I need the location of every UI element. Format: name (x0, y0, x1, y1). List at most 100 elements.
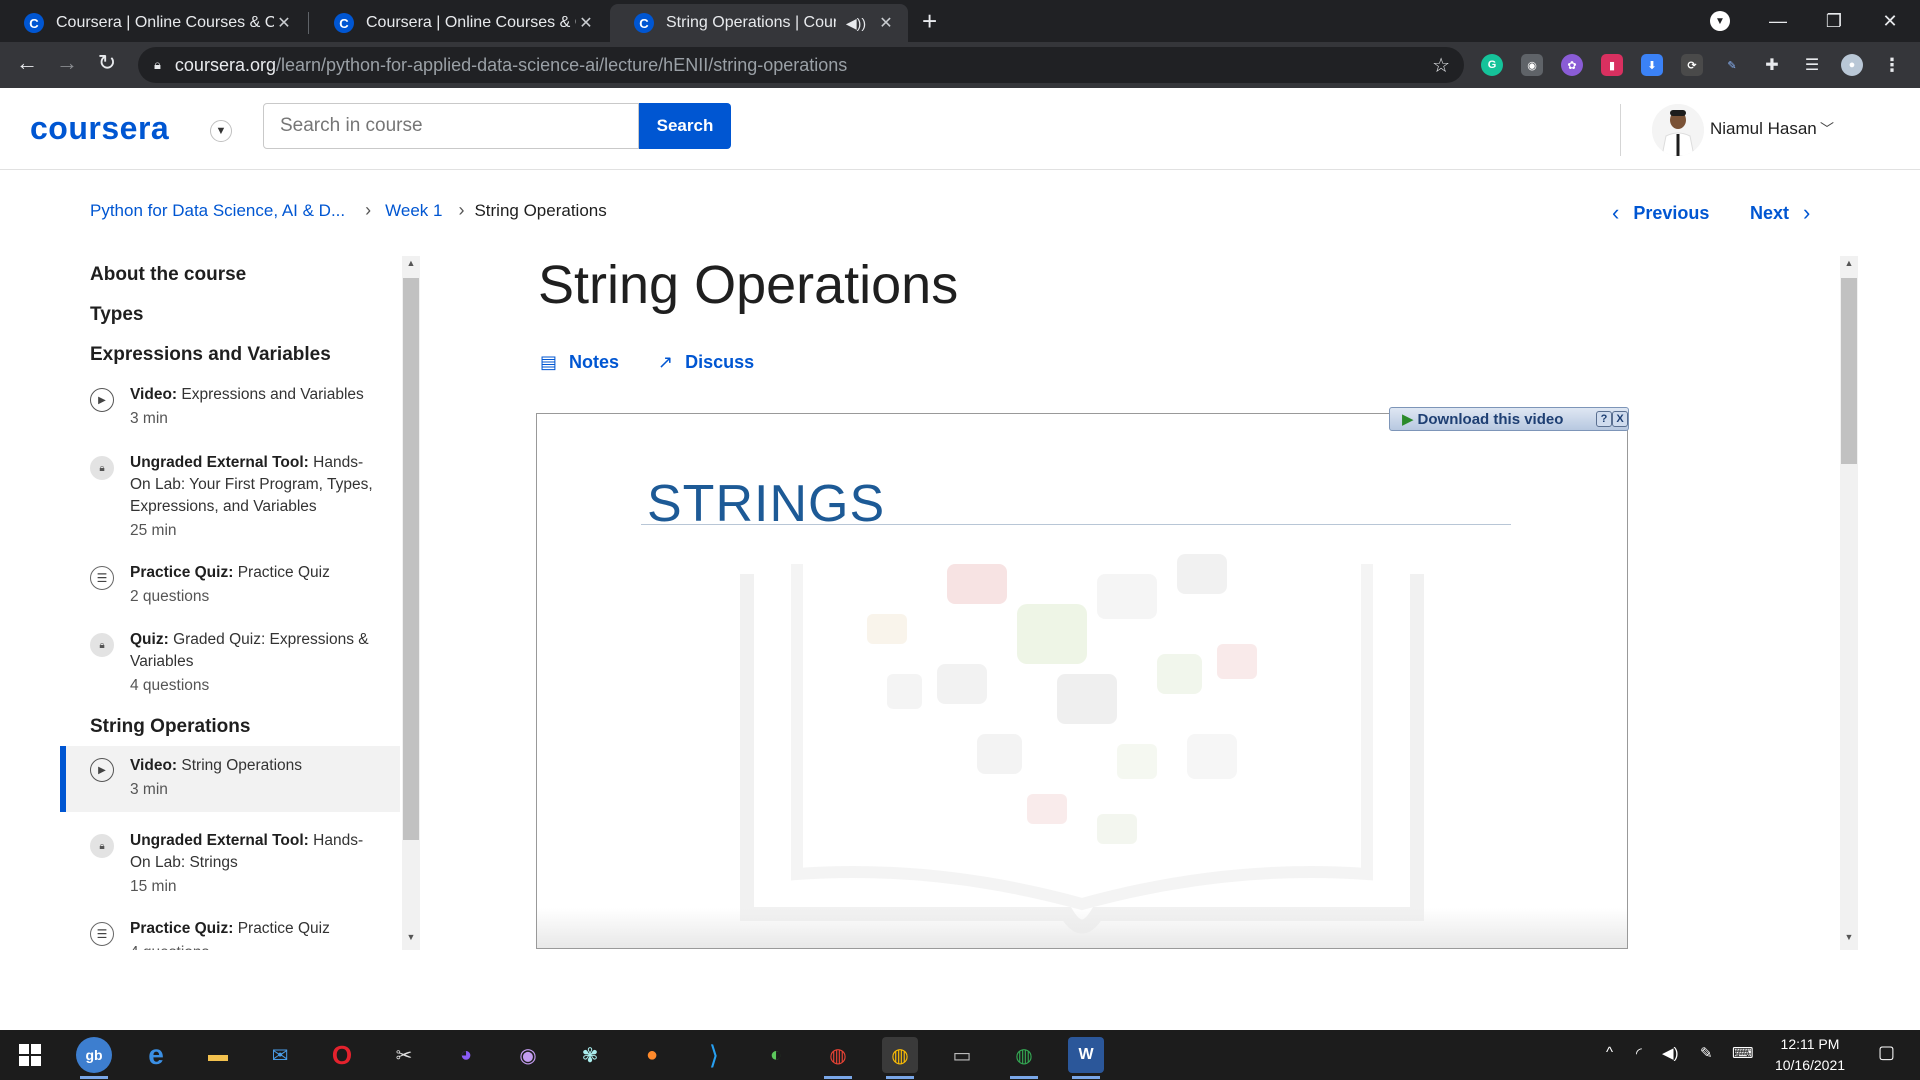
close-tab-icon[interactable]: ✕ (876, 13, 896, 33)
sidebar-about-course[interactable]: About the course (90, 264, 246, 286)
breadcrumb: Python for Data Science, AI & D... › Wee… (90, 200, 607, 221)
sidebar-section-string-operations[interactable]: String Operations (90, 716, 250, 738)
reading-list-icon[interactable]: ☰ (1801, 54, 1823, 76)
browser-menu-icon[interactable]: ⋮ (1881, 54, 1903, 76)
sidebar-item-practice-quiz-1[interactable]: ☰ Practice Quiz: Practice Quiz 2 question… (60, 562, 400, 612)
back-button[interactable]: ← (12, 50, 42, 76)
close-tab-icon[interactable]: ✕ (576, 13, 596, 33)
grammarly-extension-icon[interactable]: G (1481, 54, 1503, 76)
new-tab-button[interactable]: + (922, 6, 937, 37)
pinwheel-app-icon[interactable]: ✾ (572, 1037, 608, 1073)
download-video-button[interactable]: ▶ Download this video ? X (1389, 407, 1629, 431)
close-window-button[interactable]: ✕ (1862, 0, 1918, 42)
globe-app-icon[interactable]: ◐ (758, 1037, 794, 1073)
user-avatar[interactable] (1652, 104, 1704, 156)
colorful-extension-icon[interactable]: ✿ (1561, 54, 1583, 76)
coursera-logo[interactable]: coursera (30, 110, 169, 147)
scroll-down-arrow-icon[interactable]: ▼ (402, 932, 420, 942)
browser-tab-3-active[interactable]: C String Operations | Coursera ◀)) ✕ (610, 4, 908, 42)
coursera-favicon-icon: C (634, 13, 654, 33)
opera-browser-icon[interactable]: O (324, 1037, 360, 1073)
sidebar-section-expressions[interactable]: Expressions and Variables (90, 344, 331, 366)
sidebar-item-lab-strings[interactable]: 🔒︎ Ungraded External Tool: Hands-On Lab:… (60, 830, 400, 900)
download-extension-icon[interactable]: ⬇ (1641, 54, 1663, 76)
firefox-icon[interactable]: ● (634, 1037, 670, 1073)
browser-tab-1[interactable]: C Coursera | Online Courses & Credential… (0, 4, 306, 42)
tab-search-icon[interactable]: ▼ (1710, 11, 1730, 31)
sidebar-item-practice-quiz-2[interactable]: ☰ Practice Quiz: Practice Quiz 4 question… (60, 918, 400, 950)
profile-avatar-icon[interactable]: ● (1841, 54, 1863, 76)
breadcrumb-course-link[interactable]: Python for Data Science, AI & D... (90, 201, 345, 221)
github-icon[interactable]: ◉ (510, 1037, 546, 1073)
show-hidden-icons-icon[interactable]: ^ (1606, 1044, 1613, 1061)
sidebar-item-video-string-operations[interactable]: ▶ Video: String Operations 3 min (60, 746, 400, 812)
notes-button[interactable]: ▤ Notes (540, 352, 619, 373)
sidebar-item-video-expressions[interactable]: ▶ Video: Expressions and Variables 3 min (60, 384, 400, 434)
search-button[interactable]: Search (639, 103, 731, 149)
sidebar-scrollbar-thumb[interactable] (403, 278, 419, 840)
video-player[interactable]: STRINGS (536, 413, 1628, 949)
lock-icon[interactable]: 🔒︎ (154, 57, 161, 73)
word-icon[interactable]: W (1068, 1037, 1104, 1079)
snipping-tool-icon[interactable]: ✂ (386, 1037, 422, 1073)
speaker-icon[interactable]: ◀)) (846, 15, 866, 32)
notes-label: Notes (569, 352, 620, 372)
vscode-icon[interactable]: ⟩ (696, 1037, 732, 1073)
forward-button[interactable]: → (52, 50, 82, 76)
coursera-header: coursera ▼ Search Niamul Hasan ﹀ (0, 88, 1920, 170)
list-item-text: Practice Quiz: Practice Quiz 2 questions (130, 562, 378, 608)
restore-button[interactable]: ❐ (1806, 0, 1862, 42)
chrome-profile-2-icon[interactable]: ◍ (882, 1037, 918, 1079)
volume-icon[interactable]: ◀) (1662, 1044, 1679, 1062)
main-scrollbar-thumb[interactable] (1841, 278, 1857, 464)
pen-workspace-icon[interactable]: ✎ (1700, 1044, 1713, 1062)
sync-extension-icon[interactable]: ⟳ (1681, 54, 1703, 76)
touch-keyboard-icon[interactable]: ⌨ (1732, 1044, 1754, 1062)
chevron-right-icon: › (365, 200, 372, 220)
reload-button[interactable]: ↻ (92, 50, 122, 76)
next-button[interactable]: Next › (1750, 200, 1810, 226)
windows-start-icon[interactable] (12, 1037, 48, 1073)
edge-browser-icon[interactable]: e (138, 1037, 174, 1073)
minimize-button[interactable]: — (1750, 0, 1806, 42)
file-explorer-icon[interactable]: ▬ (200, 1037, 236, 1073)
close-tab-icon[interactable]: ✕ (274, 13, 294, 33)
browser-tab-2[interactable]: C Coursera | Online Courses & Credential… (310, 4, 608, 42)
extensions-puzzle-icon[interactable]: ✚ (1761, 54, 1783, 76)
course-search-input[interactable] (263, 103, 639, 149)
taskbar-clock[interactable]: 12:11 PM 10/16/2021 (1760, 1034, 1860, 1076)
network-icon[interactable]: ◜ (1636, 1044, 1642, 1062)
chevron-down-icon[interactable]: ▼ (210, 120, 232, 142)
notifications-icon[interactable]: ▢ (1878, 1042, 1895, 1063)
user-name[interactable]: Niamul Hasan (1710, 119, 1817, 139)
terminal-icon[interactable]: ▭ (944, 1037, 980, 1073)
play-icon: ▶ (90, 388, 114, 412)
breadcrumb-week-link[interactable]: Week 1 (385, 201, 442, 221)
notification-extension-icon[interactable]: ▮ (1601, 54, 1623, 76)
mail-icon[interactable]: ✉ (262, 1037, 298, 1073)
list-item-text: Practice Quiz: Practice Quiz 4 questions (130, 918, 378, 950)
download-help-icon[interactable]: ? (1596, 411, 1612, 427)
scroll-up-arrow-icon[interactable]: ▲ (1840, 258, 1858, 268)
url-path: /learn/python-for-applied-data-science-a… (275, 54, 848, 75)
bookmark-star-icon[interactable]: ☆ (1432, 53, 1450, 78)
previous-button[interactable]: ‹ Previous (1612, 200, 1709, 226)
chrome-profile-3-icon[interactable]: ◍ (1006, 1037, 1042, 1079)
sidebar-section-types[interactable]: Types (90, 304, 144, 326)
browser-tab-strip: C Coursera | Online Courses & Credential… (0, 0, 1920, 42)
chrome-profile-1-icon[interactable]: ◍ (820, 1037, 856, 1079)
gb-app-icon[interactable]: gb (76, 1037, 112, 1079)
sidebar-item-lab-first-program[interactable]: 🔒︎ Ungraded External Tool: Hands-On Lab:… (60, 452, 400, 544)
scroll-up-arrow-icon[interactable]: ▲ (402, 258, 420, 268)
course-outline-sidebar: About the course Types Expressions and V… (60, 256, 400, 950)
download-close-icon[interactable]: X (1612, 411, 1628, 427)
item-meta: 15 min (130, 878, 177, 895)
pen-extension-icon[interactable]: ✎ (1721, 54, 1743, 76)
discuss-button[interactable]: ↗ Discuss (658, 352, 754, 373)
messenger-icon[interactable]: ◕ (448, 1037, 484, 1073)
scroll-down-arrow-icon[interactable]: ▼ (1840, 932, 1858, 942)
address-bar[interactable]: 🔒︎ coursera.org/learn/python-for-applied… (138, 47, 1464, 83)
chevron-down-icon[interactable]: ﹀ (1820, 119, 1834, 139)
sidebar-item-graded-quiz[interactable]: 🔒︎ Quiz: Graded Quiz: Expressions & Vari… (60, 629, 400, 701)
camera-extension-icon[interactable]: ◉ (1521, 54, 1543, 76)
